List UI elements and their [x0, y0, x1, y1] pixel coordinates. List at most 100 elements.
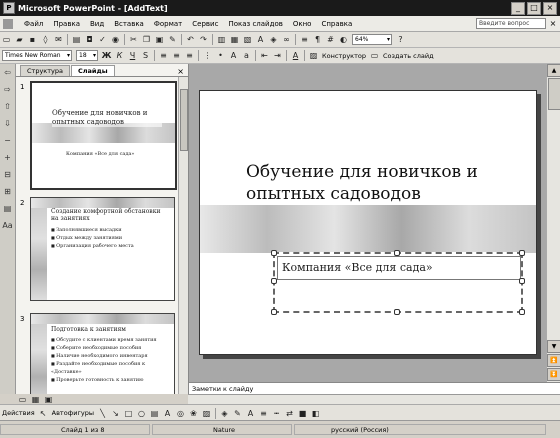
previous-slide-icon[interactable]: ⏫ [547, 354, 560, 367]
panel-close-button[interactable]: × [177, 67, 184, 76]
diagram-icon[interactable]: ◎ [175, 408, 186, 419]
italic-button[interactable]: К [114, 50, 125, 61]
redo-icon[interactable]: ↷ [198, 34, 209, 45]
select-objects-icon[interactable]: ↖ [38, 408, 49, 419]
maximize-button[interactable]: □ [527, 1, 541, 15]
collapse-all-icon[interactable]: ⊟ [2, 170, 13, 181]
color-grayscale-icon[interactable]: ◐ [338, 34, 349, 45]
scroll-down-icon[interactable]: ▼ [547, 340, 560, 353]
current-slide[interactable]: Обучение для новичков и опытных садоводо… [199, 90, 537, 355]
close-button[interactable]: × [543, 1, 557, 15]
subtitle-text[interactable]: Компания «Все для сада» [277, 256, 521, 280]
menu-format[interactable]: Формат [149, 20, 187, 28]
autoshapes-menu[interactable]: Автофигуры [52, 409, 94, 417]
print-preview-icon[interactable]: ◘ [84, 34, 95, 45]
line-icon[interactable]: ╲ [97, 408, 108, 419]
resize-handle[interactable] [271, 309, 277, 315]
line-color-icon[interactable]: ✎ [232, 408, 243, 419]
3d-style-icon[interactable]: ◧ [310, 408, 321, 419]
format-painter-icon[interactable]: ✎ [167, 34, 178, 45]
expand-icon[interactable]: + [2, 153, 13, 164]
wordart-icon[interactable]: A [162, 408, 173, 419]
menu-help[interactable]: Справка [316, 20, 357, 28]
promote-icon[interactable]: ⇦ [2, 68, 13, 79]
document-close-button[interactable]: × [549, 19, 557, 28]
dash-style-icon[interactable]: ┅ [271, 408, 282, 419]
slide-title[interactable]: Обучение для новичков и опытных садоводо… [246, 161, 516, 205]
menu-edit[interactable]: Правка [48, 20, 85, 28]
new-icon[interactable]: ▭ [1, 34, 12, 45]
show-grid-icon[interactable]: # [325, 34, 336, 45]
increase-font-icon[interactable]: A [228, 50, 239, 61]
move-up-icon[interactable]: ⇧ [2, 102, 13, 113]
panel-scrollbar[interactable] [178, 77, 188, 394]
slide-thumbnail-2[interactable]: Создание комфортной обстановки на заняти… [30, 197, 175, 301]
vertical-scroll-thumb[interactable] [548, 78, 560, 110]
new-slide-button[interactable]: Создать слайд [383, 52, 434, 60]
slideshow-view-icon[interactable]: ▣ [43, 394, 54, 405]
align-center-icon[interactable]: ≡ [171, 50, 182, 61]
textbox-icon[interactable]: ▤ [149, 408, 160, 419]
resize-handle[interactable] [519, 278, 525, 284]
zoom-select[interactable]: 64% [352, 34, 392, 45]
demote-icon[interactable]: ⇨ [2, 85, 13, 96]
designer-button[interactable]: Конструктор [322, 52, 366, 60]
open-icon[interactable]: ▰ [14, 34, 25, 45]
increase-indent-icon[interactable]: ⇥ [272, 50, 283, 61]
email-icon[interactable]: ✉ [53, 34, 64, 45]
arrow-icon[interactable]: ↘ [110, 408, 121, 419]
move-down-icon[interactable]: ⇩ [2, 119, 13, 130]
decrease-font-icon[interactable]: a [241, 50, 252, 61]
resize-handle[interactable] [519, 309, 525, 315]
clipart-icon[interactable]: ❀ [188, 408, 199, 419]
expand-all-icon[interactable]: ⊞ [2, 187, 13, 198]
resize-handle[interactable] [271, 250, 277, 256]
help-icon[interactable]: ? [395, 34, 406, 45]
tab-outline[interactable]: Структура [20, 65, 70, 76]
insert-diagram-icon[interactable]: ◈ [268, 34, 279, 45]
permission-icon[interactable]: ◊ [40, 34, 51, 45]
spelling-icon[interactable]: ✓ [97, 34, 108, 45]
paste-icon[interactable]: ▣ [154, 34, 165, 45]
menu-tools[interactable]: Сервис [187, 20, 223, 28]
menu-file[interactable]: Файл [19, 20, 48, 28]
copy-icon[interactable]: ❐ [141, 34, 152, 45]
font-name-select[interactable]: Times New Roman [2, 50, 72, 61]
menu-slideshow[interactable]: Показ слайдов [223, 20, 287, 28]
designer-icon[interactable]: ▨ [308, 50, 319, 61]
print-icon[interactable]: ▤ [71, 34, 82, 45]
next-slide-icon[interactable]: ⏬ [547, 368, 560, 381]
align-right-icon[interactable]: ≡ [184, 50, 195, 61]
align-left-icon[interactable]: ≡ [158, 50, 169, 61]
resize-handle[interactable] [519, 250, 525, 256]
insert-chart-icon[interactable]: ▥ [216, 34, 227, 45]
font-color-icon[interactable]: A [245, 408, 256, 419]
show-formatting-icon[interactable]: ¶ [312, 34, 323, 45]
new-slide-icon[interactable]: ▭ [369, 50, 380, 61]
summary-slide-icon[interactable]: ▤ [2, 204, 13, 215]
resize-handle[interactable] [394, 250, 400, 256]
slide-thumbnail-3[interactable]: Подготовка к занятиям Обсудите с клиента… [30, 313, 175, 394]
cut-icon[interactable]: ✂ [128, 34, 139, 45]
draw-actions-menu[interactable]: Действия [2, 409, 35, 417]
tables-borders-icon[interactable]: ▧ [242, 34, 253, 45]
normal-view-icon[interactable]: ▭ [17, 394, 28, 405]
panel-scroll-thumb[interactable] [180, 89, 188, 151]
research-icon[interactable]: ◉ [110, 34, 121, 45]
minimize-button[interactable]: _ [511, 1, 525, 15]
help-question-input[interactable]: Введите вопрос [476, 18, 546, 29]
menu-view[interactable]: Вид [85, 20, 109, 28]
hyperlink-icon[interactable]: ∞ [281, 34, 292, 45]
numbering-icon[interactable]: ⋮ [202, 50, 213, 61]
menu-window[interactable]: Окно [288, 20, 317, 28]
slide-vertical-scrollbar[interactable]: ▲ ▼ ⏫ ⏬ [546, 64, 560, 382]
oval-icon[interactable]: ○ [136, 408, 147, 419]
slide-sorter-view-icon[interactable]: ▦ [30, 394, 41, 405]
insert-wordart-icon[interactable]: A [255, 34, 266, 45]
save-icon[interactable]: ▪ [27, 34, 38, 45]
powerpoint-app-icon[interactable]: P [3, 2, 15, 14]
arrow-style-icon[interactable]: ⇄ [284, 408, 295, 419]
fill-color-icon[interactable]: ◈ [219, 408, 230, 419]
rectangle-icon[interactable]: □ [123, 408, 134, 419]
expand-all-icon[interactable]: ≡ [299, 34, 310, 45]
